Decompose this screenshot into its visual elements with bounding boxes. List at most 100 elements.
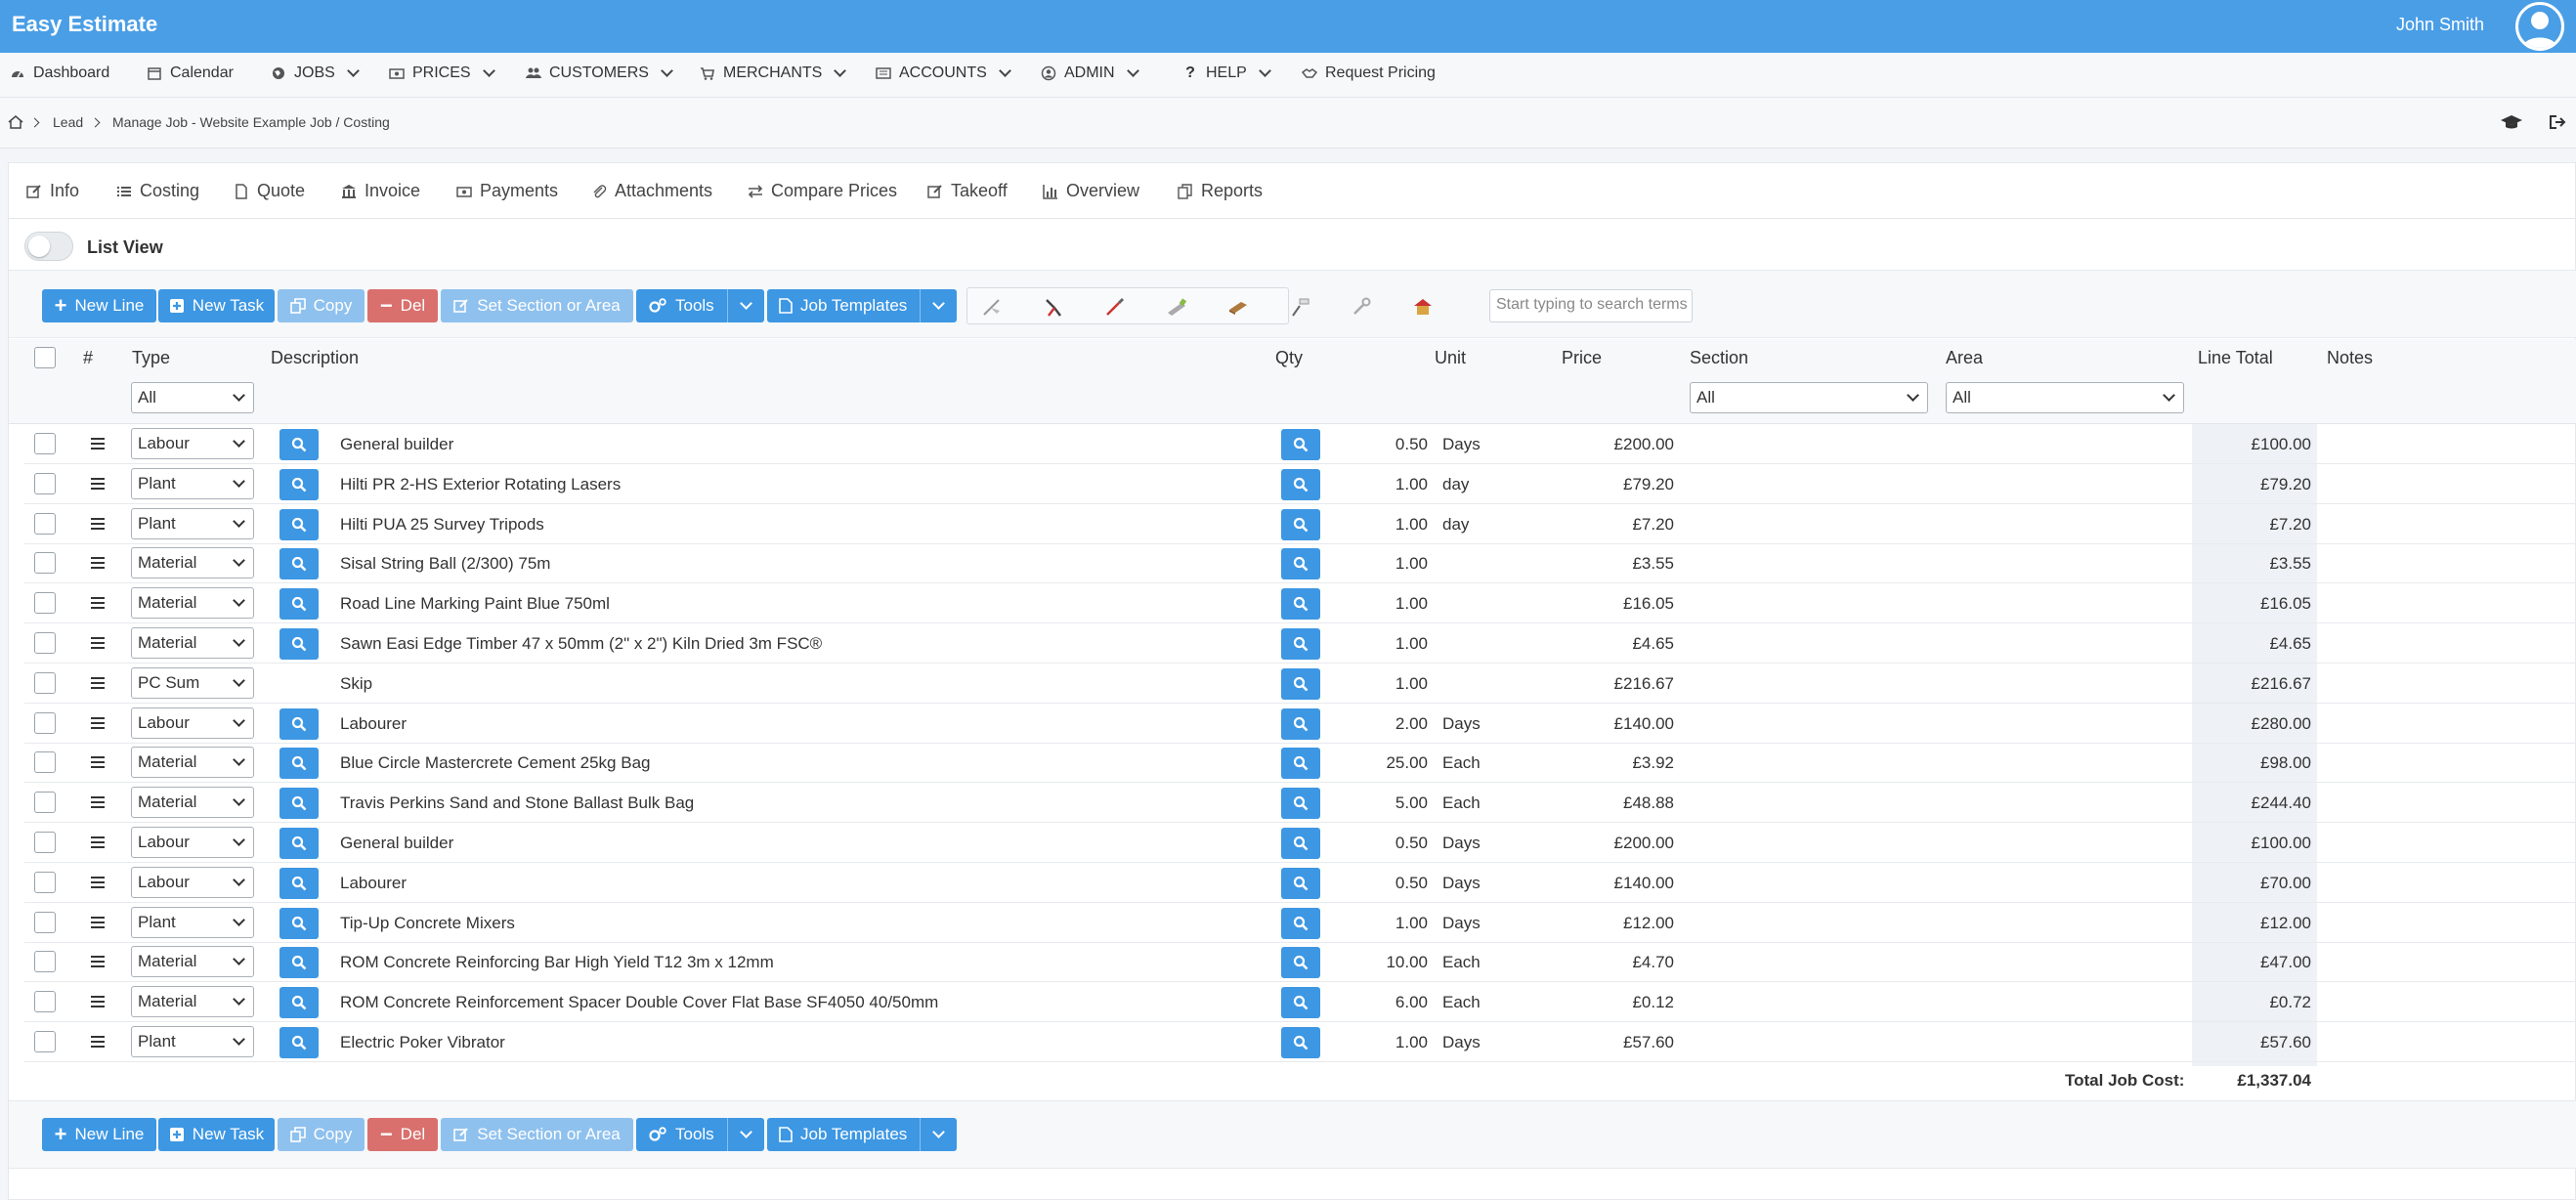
row-qty[interactable]: 0.50: [1334, 435, 1428, 454]
row-type-select[interactable]: Plant: [131, 468, 254, 499]
row-description[interactable]: Tip-Up Concrete Mixers: [340, 914, 515, 933]
qty-search-button[interactable]: [1281, 908, 1320, 939]
qty-search-button[interactable]: [1281, 509, 1320, 540]
row-type-select[interactable]: Labour: [131, 707, 254, 739]
row-type-select[interactable]: Material: [131, 986, 254, 1017]
row-unit[interactable]: Days: [1442, 834, 1481, 853]
row-price[interactable]: £216.67: [1525, 674, 1674, 694]
select-all-checkbox[interactable]: [34, 347, 56, 368]
qty-search-button[interactable]: [1281, 828, 1320, 859]
row-qty[interactable]: 1.00: [1334, 515, 1428, 535]
col-qty[interactable]: Qty: [1275, 348, 1303, 368]
tab-attachments[interactable]: Attachments: [591, 181, 712, 201]
breadcrumb-lead[interactable]: Lead: [53, 114, 83, 130]
description-search-button[interactable]: [279, 788, 319, 819]
row-price[interactable]: £16.05: [1525, 594, 1674, 614]
row-description[interactable]: ROM Concrete Reinforcement Spacer Double…: [340, 993, 938, 1012]
row-qty[interactable]: 1.00: [1334, 914, 1428, 933]
new-task-button[interactable]: New Task: [158, 1118, 275, 1151]
row-checkbox[interactable]: [34, 792, 56, 813]
row-checkbox[interactable]: [34, 632, 56, 654]
drag-handle-icon[interactable]: [91, 478, 105, 490]
drag-handle-icon[interactable]: [91, 956, 105, 967]
qty-search-button[interactable]: [1281, 708, 1320, 740]
qty-search-button[interactable]: [1281, 469, 1320, 500]
row-price[interactable]: £200.00: [1525, 435, 1674, 454]
drag-handle-icon[interactable]: [91, 836, 105, 848]
row-description[interactable]: Blue Circle Mastercrete Cement 25kg Bag: [340, 753, 650, 773]
row-unit[interactable]: day: [1442, 515, 1469, 535]
description-search-button[interactable]: [279, 708, 319, 740]
spanner-icon[interactable]: [1351, 296, 1372, 318]
copy-button[interactable]: Copy: [278, 289, 365, 322]
row-description[interactable]: Skip: [340, 674, 372, 694]
row-type-select[interactable]: Material: [131, 747, 254, 778]
dropdown-toggle[interactable]: [727, 1118, 764, 1151]
description-search-button[interactable]: [279, 908, 319, 939]
row-checkbox[interactable]: [34, 872, 56, 893]
qty-search-button[interactable]: [1281, 1027, 1320, 1058]
row-description[interactable]: Sawn Easi Edge Timber 47 x 50mm (2" x 2"…: [340, 634, 822, 654]
row-description[interactable]: General builder: [340, 834, 453, 853]
drag-handle-icon[interactable]: [91, 756, 105, 768]
tools-dropdown[interactable]: Tools: [636, 289, 764, 322]
row-checkbox[interactable]: [34, 433, 56, 454]
row-unit[interactable]: day: [1442, 475, 1469, 494]
qty-search-button[interactable]: [1281, 548, 1320, 579]
row-checkbox[interactable]: [34, 1031, 56, 1052]
row-unit[interactable]: Days: [1442, 874, 1481, 893]
row-qty[interactable]: 6.00: [1334, 993, 1428, 1012]
row-qty[interactable]: 5.00: [1334, 793, 1428, 813]
nav-calendar[interactable]: Calendar: [147, 64, 234, 82]
tab-quote[interactable]: Quote: [234, 181, 305, 201]
avatar[interactable]: [2515, 2, 2564, 51]
drag-handle-icon[interactable]: [91, 597, 105, 609]
new-line-button[interactable]: + New Line: [42, 289, 156, 322]
sign-out-icon[interactable]: [2549, 114, 2568, 130]
drag-handle-icon[interactable]: [91, 438, 105, 450]
delete-button[interactable]: − Del: [367, 1118, 438, 1151]
col-notes[interactable]: Notes: [2327, 348, 2373, 368]
row-price[interactable]: £140.00: [1525, 874, 1674, 893]
copy-button[interactable]: Copy: [278, 1118, 365, 1151]
list-view-toggle[interactable]: [24, 232, 73, 261]
description-search-button[interactable]: [279, 628, 319, 660]
drag-handle-icon[interactable]: [91, 677, 105, 689]
row-qty[interactable]: 1.00: [1334, 1033, 1428, 1052]
set-section-button[interactable]: Set Section or Area: [441, 1118, 633, 1151]
nav-jobs[interactable]: JOBS: [271, 64, 360, 82]
timber-icon[interactable]: [1227, 296, 1249, 318]
row-price[interactable]: £140.00: [1525, 714, 1674, 734]
col-type[interactable]: Type: [132, 348, 170, 368]
col-unit[interactable]: Unit: [1435, 348, 1466, 368]
job-templates-dropdown[interactable]: Job Templates: [767, 1118, 957, 1151]
row-description[interactable]: General builder: [340, 435, 453, 454]
row-qty[interactable]: 25.00: [1334, 753, 1428, 773]
row-price[interactable]: £4.70: [1525, 953, 1674, 972]
drag-handle-icon[interactable]: [91, 996, 105, 1007]
row-type-select[interactable]: Material: [131, 627, 254, 659]
area-filter[interactable]: All: [1946, 382, 2184, 413]
qty-search-button[interactable]: [1281, 868, 1320, 899]
row-checkbox[interactable]: [34, 473, 56, 494]
qty-search-button[interactable]: [1281, 668, 1320, 700]
row-qty[interactable]: 1.00: [1334, 674, 1428, 694]
row-price[interactable]: £3.92: [1525, 753, 1674, 773]
row-description[interactable]: Sisal String Ball (2/300) 75m: [340, 554, 550, 574]
row-description[interactable]: ROM Concrete Reinforcing Bar High Yield …: [340, 953, 774, 972]
row-checkbox[interactable]: [34, 912, 56, 933]
drag-handle-icon[interactable]: [91, 796, 105, 808]
row-price[interactable]: £200.00: [1525, 834, 1674, 853]
row-type-select[interactable]: Plant: [131, 508, 254, 539]
trowel-icon[interactable]: [981, 296, 1003, 318]
tab-invoice[interactable]: Invoice: [341, 181, 420, 201]
type-filter[interactable]: All: [131, 382, 254, 413]
row-unit[interactable]: Each: [1442, 993, 1481, 1012]
row-description[interactable]: Labourer: [340, 874, 407, 893]
row-checkbox[interactable]: [34, 513, 56, 535]
row-type-select[interactable]: Material: [131, 547, 254, 579]
row-checkbox[interactable]: [34, 592, 56, 614]
tab-overview[interactable]: Overview: [1043, 181, 1139, 201]
tab-takeoff[interactable]: Takeoff: [927, 181, 1008, 201]
row-checkbox[interactable]: [34, 832, 56, 853]
